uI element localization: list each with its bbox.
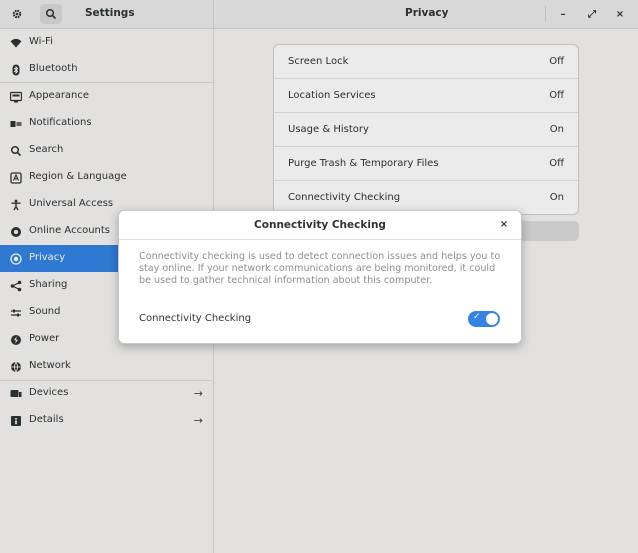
dialog-description: Connectivity checking is used to detect … [139,251,501,286]
toggle-label: Connectivity Checking [139,313,252,324]
connectivity-dialog: Connectivity Checking × Connectivity che… [118,210,522,344]
check-icon: ✓ [473,312,481,322]
dialog-close-button[interactable]: × [497,218,511,232]
dialog-title: Connectivity Checking [254,219,386,231]
connectivity-toggle[interactable]: ✓ [468,311,500,327]
toggle-knob [486,313,498,325]
settings-window: Settings Privacy – ⤢ × Wi-Fi Bluetooth A… [0,0,638,553]
dialog-divider [119,239,521,240]
